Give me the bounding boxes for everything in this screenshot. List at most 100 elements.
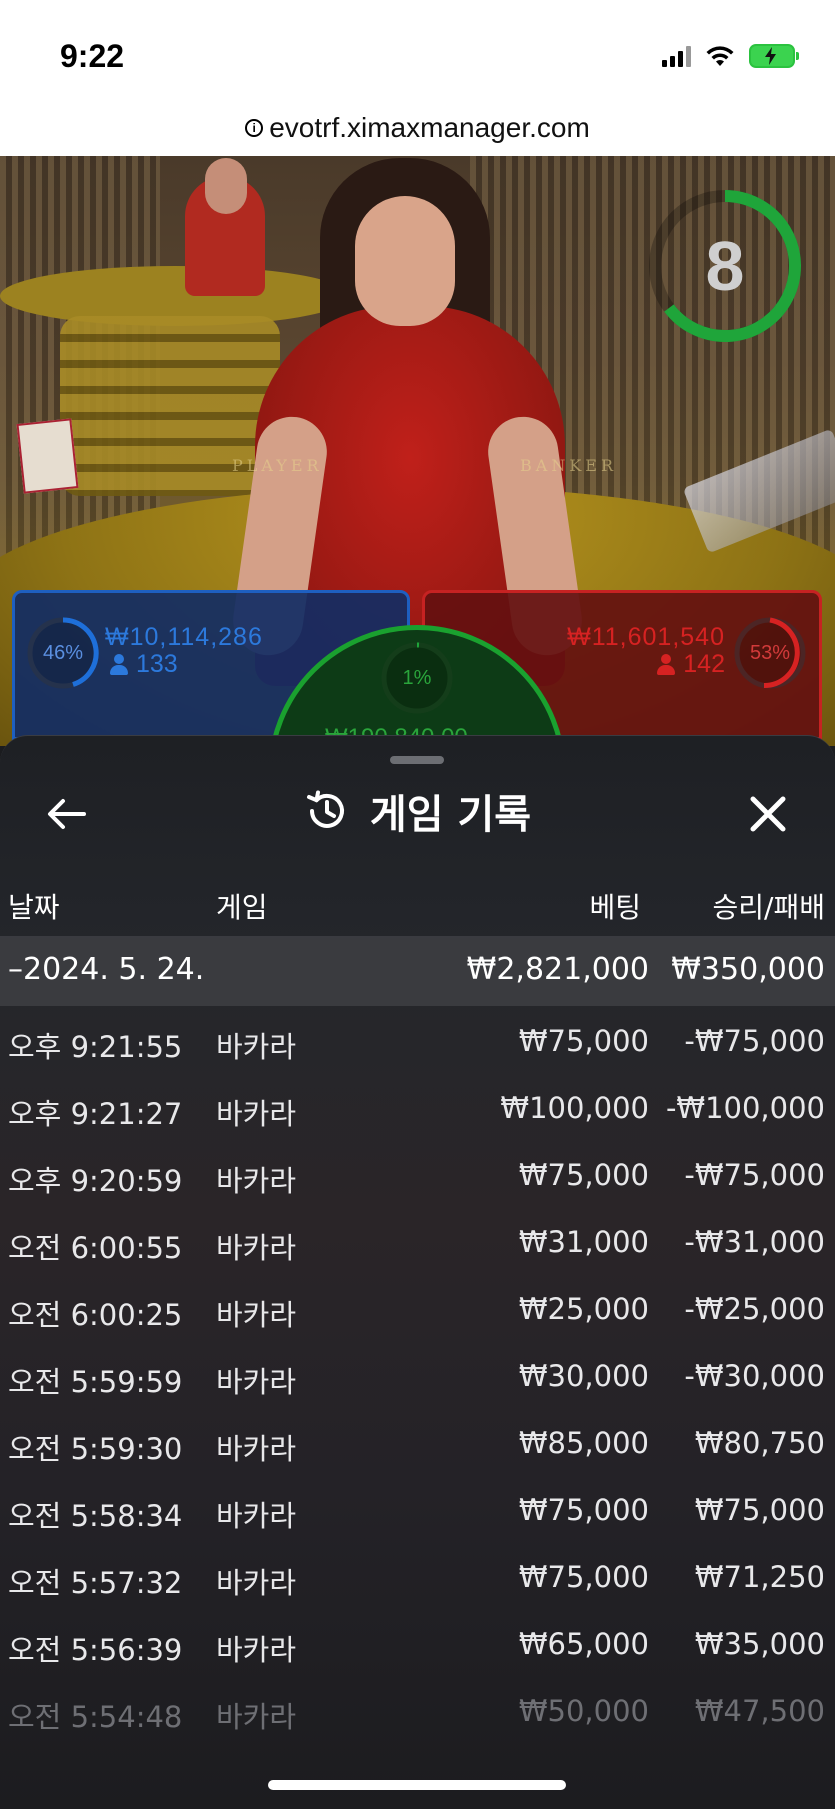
row-game: 바카라 (216, 1231, 297, 1265)
row-time: 오전 6:00:25 (8, 1298, 183, 1332)
row-time: 오후 9:20:59 (8, 1164, 183, 1198)
history-list: 오후 9:21:55 바카라 ₩75,000 -₩75,000 오후 9:21:… (0, 1006, 835, 1743)
history-icon (306, 790, 344, 828)
signal-icon (662, 45, 691, 67)
status-time: 9:22 (60, 38, 125, 74)
history-row[interactable]: 오전 5:54:48 바카라 ₩50,000 ₩47,500 (0, 1676, 835, 1743)
user-icon (657, 653, 676, 676)
row-winloss: ₩75,000 (694, 1493, 825, 1527)
history-row[interactable]: 오전 5:59:30 바카라 ₩85,000 ₩80,750 (0, 1408, 835, 1475)
close-icon (750, 796, 786, 832)
row-bet: ₩85,000 (518, 1426, 649, 1460)
player-percent-ring: 46% (25, 615, 101, 691)
row-bet: ₩75,000 (518, 1158, 649, 1192)
row-bet: ₩75,000 (518, 1024, 649, 1058)
row-winloss: -₩100,000 (665, 1091, 825, 1125)
player-bettor-count: 133 (136, 650, 178, 678)
date-group-bet-total: ₩2,821,000 (466, 952, 649, 987)
row-time: 오전 5:59:30 (8, 1432, 183, 1466)
row-time: 오후 9:21:55 (8, 1030, 183, 1064)
history-row[interactable]: 오후 9:21:27 바카라 ₩100,000 -₩100,000 (0, 1073, 835, 1140)
row-time: 오전 5:58:34 (8, 1499, 183, 1533)
banker-percent-ring: 53% (732, 615, 808, 691)
player-bet-amount: ₩10,114,286 (105, 623, 263, 651)
sheet-title: 게임 기록 (369, 792, 532, 838)
date-group-winloss-total: ₩350,000 (671, 952, 825, 987)
row-time: 오전 5:56:39 (8, 1633, 183, 1667)
row-time: 오전 5:59:59 (8, 1365, 183, 1399)
history-row[interactable]: 오전 6:00:25 바카라 ₩25,000 -₩25,000 (0, 1274, 835, 1341)
column-header-date: 날짜 (8, 891, 60, 924)
banker-bettors: 142 (657, 650, 725, 679)
row-time: 오전 5:54:48 (8, 1700, 183, 1734)
row-bet: ₩65,000 (518, 1627, 649, 1661)
card-stack (16, 418, 79, 494)
battery-charging-icon (749, 44, 799, 68)
history-row[interactable]: 오전 5:56:39 바카라 ₩65,000 ₩35,000 (0, 1609, 835, 1676)
row-game: 바카라 (216, 1097, 297, 1131)
dealer-face (355, 196, 455, 326)
row-bet: ₩31,000 (518, 1225, 649, 1259)
history-row[interactable]: 오전 5:57:32 바카라 ₩75,000 ₩71,250 (0, 1542, 835, 1609)
row-winloss: ₩80,750 (694, 1426, 825, 1460)
close-button[interactable] (740, 786, 796, 842)
row-winloss: ₩35,000 (694, 1627, 825, 1661)
row-bet: ₩75,000 (518, 1493, 649, 1527)
countdown-timer: 8 (645, 186, 805, 346)
row-game: 바카라 (216, 1365, 297, 1399)
row-bet: ₩75,000 (518, 1560, 649, 1594)
page: 9:22 i evotrf.ximaxmanager.com PLAYER BA… (0, 0, 835, 1809)
history-row[interactable]: 오전 6:00:55 바카라 ₩31,000 -₩31,000 (0, 1207, 835, 1274)
info-icon[interactable]: i (245, 119, 264, 137)
url-text[interactable]: evotrf.ximaxmanager.com (269, 112, 590, 144)
row-game: 바카라 (216, 1633, 297, 1667)
date-group-row[interactable]: –2024. 5. 24. ₩2,821,000 ₩350,000 (0, 938, 835, 1006)
row-time: 오전 6:00:55 (8, 1231, 183, 1265)
tie-percent: 1% (402, 667, 432, 689)
address-bar[interactable]: i evotrf.ximaxmanager.com (0, 100, 835, 156)
row-game: 바카라 (216, 1499, 297, 1533)
history-row[interactable]: 오후 9:21:55 바카라 ₩75,000 -₩75,000 (0, 1006, 835, 1073)
row-winloss: ₩47,500 (694, 1694, 825, 1728)
row-winloss: -₩75,000 (684, 1158, 825, 1192)
status-bar: 9:22 (0, 0, 835, 100)
banker-bet-amount: ₩11,601,540 (567, 623, 725, 651)
row-game: 바카라 (216, 1432, 297, 1466)
column-header-bet: 베팅 (589, 891, 641, 924)
banker-bettor-count: 142 (683, 650, 725, 678)
home-indicator[interactable] (268, 1780, 566, 1790)
sheet-header: 게임 기록 (0, 776, 835, 846)
row-time: 오후 9:21:27 (8, 1097, 183, 1131)
row-game: 바카라 (216, 1298, 297, 1332)
status-icons (662, 44, 799, 68)
tie-percent-ring: 1% (379, 640, 455, 716)
player-percent: 46% (42, 642, 84, 664)
row-game: 바카라 (216, 1030, 297, 1064)
history-row[interactable]: 오후 9:20:59 바카라 ₩75,000 -₩75,000 (0, 1140, 835, 1207)
history-row[interactable]: 오전 5:59:59 바카라 ₩30,000 -₩30,000 (0, 1341, 835, 1408)
column-header-winloss: 승리/패배 (712, 891, 825, 924)
row-game: 바카라 (216, 1566, 297, 1600)
row-bet: ₩50,000 (518, 1694, 649, 1728)
date-group-label: –2024. 5. 24. (8, 952, 205, 987)
row-winloss: -₩30,000 (684, 1359, 825, 1393)
sheet-grabber[interactable] (390, 756, 444, 764)
player-bettors: 133 (110, 650, 178, 679)
row-time: 오전 5:57:32 (8, 1566, 183, 1600)
column-header-game: 게임 (216, 891, 268, 924)
table-label-banker: BANKER (520, 456, 617, 475)
background-dealer-head (205, 158, 247, 214)
row-winloss: -₩75,000 (684, 1024, 825, 1058)
wifi-icon (706, 46, 734, 66)
row-bet: ₩25,000 (518, 1292, 649, 1326)
history-row[interactable]: 오전 5:58:34 바카라 ₩75,000 ₩75,000 (0, 1475, 835, 1542)
row-game: 바카라 (216, 1164, 297, 1198)
game-history-sheet: 게임 기록 날짜 게임 베팅 승리/패배 –2024. 5. 24. ₩2,82… (0, 735, 835, 1809)
banker-percent: 53% (749, 642, 791, 664)
user-icon (110, 653, 128, 676)
row-winloss: ₩71,250 (694, 1560, 825, 1594)
row-winloss: -₩31,000 (684, 1225, 825, 1259)
table-label-player: PLAYER (232, 456, 323, 475)
row-winloss: -₩25,000 (684, 1292, 825, 1326)
row-bet: ₩30,000 (518, 1359, 649, 1393)
